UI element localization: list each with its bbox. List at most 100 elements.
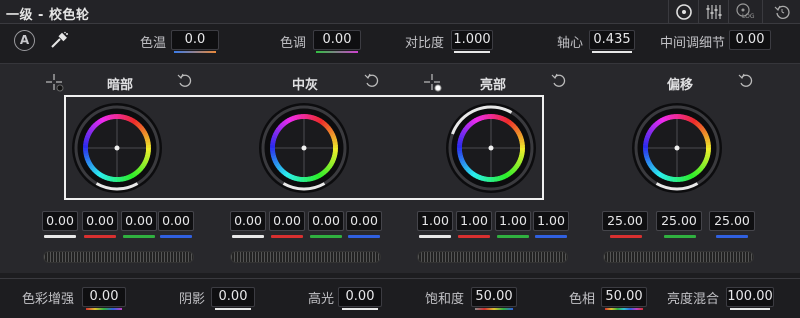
reset-shadows-icon[interactable] xyxy=(176,72,194,90)
highlights-label: 高光 xyxy=(308,292,335,307)
wheel-title-offset: 偏移 xyxy=(666,78,693,93)
highlights-jog-wheel[interactable] xyxy=(417,251,568,263)
reset-offset-icon[interactable] xyxy=(737,72,755,90)
highlights-picker-icon[interactable] xyxy=(422,72,442,92)
highlights-master-value[interactable]: 1.00 xyxy=(417,211,453,231)
midtones-jog-wheel[interactable] xyxy=(230,251,381,263)
saturation-value: 50.00 xyxy=(475,289,513,304)
log-mode-button[interactable]: LOG xyxy=(728,0,758,24)
shadows-blue-line xyxy=(160,235,192,238)
highlights-blue-value[interactable]: 1.00 xyxy=(533,211,569,231)
temperature-field[interactable]: 0.0 xyxy=(171,30,219,53)
shadows-wheel-puck[interactable] xyxy=(114,145,120,151)
lum-mix-field[interactable]: 100.00 xyxy=(726,287,774,310)
tint-field[interactable]: 0.00 xyxy=(313,30,361,53)
midtones-red-value[interactable]: 0.00 xyxy=(269,211,305,231)
offset-green-value[interactable]: 25.00 xyxy=(656,211,702,231)
shadows-field[interactable]: 0.00 xyxy=(211,287,255,310)
offset-wheel-puck[interactable] xyxy=(674,145,680,151)
shadows-picker-icon[interactable] xyxy=(44,72,64,92)
midtones-master-value[interactable]: 0.00 xyxy=(230,211,266,231)
panel-title: 一级 - 校色轮 xyxy=(6,8,90,23)
highlights-blue-line xyxy=(535,235,567,238)
saturation-label: 饱和度 xyxy=(425,292,465,307)
temperature-value: 0.0 xyxy=(184,32,206,47)
wheel-title-midtones: 中灰 xyxy=(291,78,318,93)
saturation-gradient xyxy=(475,308,513,310)
bottom-params-row: 色彩增强 0.00 阴影 0.00 高光 0.00 饱和度 50.00 色相 5… xyxy=(0,278,800,318)
tint-value: 0.00 xyxy=(322,32,352,47)
tint-label: 色调 xyxy=(280,36,307,51)
midtones-green-line xyxy=(310,235,342,238)
reset-all-icon xyxy=(774,5,790,19)
shadows-blue-value[interactable]: 0.00 xyxy=(158,211,194,231)
eyedropper-icon[interactable] xyxy=(48,31,70,51)
midtones-blue-value[interactable]: 0.00 xyxy=(346,211,382,231)
offset-hue-segment xyxy=(674,114,678,120)
offset-green-line xyxy=(664,235,696,238)
midtone-detail-label: 中间调细节 xyxy=(660,36,726,51)
contrast-line xyxy=(454,51,490,53)
shadows-green-value[interactable]: 0.00 xyxy=(121,211,157,231)
shadows-green-line xyxy=(123,235,155,238)
highlights-wheel-puck[interactable] xyxy=(488,145,494,151)
pivot-field[interactable]: 0.435 xyxy=(589,30,635,53)
lum-mix-value: 100.00 xyxy=(727,289,773,304)
highlights-red-value[interactable]: 1.00 xyxy=(456,211,492,231)
hue-label: 色相 xyxy=(569,292,596,307)
highlights-red-line xyxy=(458,235,490,238)
midtone-detail-field[interactable]: 0.00 xyxy=(729,30,771,50)
contrast-value: 1.000 xyxy=(453,32,491,47)
midtones-red-line xyxy=(271,235,303,238)
midtone-detail-value: 0.00 xyxy=(735,32,765,47)
color-boost-gradient xyxy=(86,308,122,310)
offset-red-value[interactable]: 25.00 xyxy=(602,211,648,231)
shadows-jog-wheel[interactable] xyxy=(43,251,194,263)
midtones-wheel-puck[interactable] xyxy=(301,145,307,151)
wheels-mode-icon xyxy=(675,4,692,20)
offset-jog-wheel[interactable] xyxy=(603,251,754,263)
saturation-field[interactable]: 50.00 xyxy=(471,287,517,310)
highlights-line xyxy=(342,308,378,310)
color-wheel-offset[interactable] xyxy=(631,102,723,194)
hue-gradient xyxy=(605,308,643,310)
tint-gradient xyxy=(316,51,358,53)
pivot-label: 轴心 xyxy=(557,36,584,51)
shadows-value: 0.00 xyxy=(218,289,248,304)
highlights-hue-segment xyxy=(488,114,492,120)
shadows-master-line xyxy=(44,235,76,238)
midtones-master-line xyxy=(232,235,264,238)
lum-mix-line xyxy=(730,308,770,310)
shadows-red-line xyxy=(84,235,116,238)
offset-blue-line xyxy=(716,235,748,238)
contrast-label: 对比度 xyxy=(405,36,445,51)
wheels-mode-button[interactable] xyxy=(668,0,698,24)
reset-all-button[interactable] xyxy=(762,0,800,24)
temperature-label: 色温 xyxy=(140,36,167,51)
shadows-line xyxy=(215,308,251,310)
wheel-title-shadows: 暗部 xyxy=(106,78,133,93)
bars-mode-icon xyxy=(706,5,721,19)
midtones-blue-line xyxy=(348,235,380,238)
wheel-title-highlights: 亮部 xyxy=(479,78,506,93)
reset-midtones-icon[interactable] xyxy=(363,72,381,90)
shadows-hue-segment xyxy=(114,114,118,120)
hue-field[interactable]: 50.00 xyxy=(601,287,647,310)
highlights-green-value[interactable]: 1.00 xyxy=(495,211,531,231)
top-params-row: A 色温 0.0 色调 0.00 对比度 1.000 轴心 0.435 中间调细… xyxy=(0,26,800,56)
color-wheel-highlights[interactable] xyxy=(445,102,537,194)
offset-blue-value[interactable]: 25.00 xyxy=(709,211,755,231)
shadows-red-value[interactable]: 0.00 xyxy=(82,211,118,231)
shadows-master-value[interactable]: 0.00 xyxy=(42,211,78,231)
color-wheel-shadows[interactable] xyxy=(71,102,163,194)
highlights-field[interactable]: 0.00 xyxy=(338,287,382,310)
bars-mode-button[interactable] xyxy=(698,0,728,24)
color-wheel-midtones[interactable] xyxy=(258,102,350,194)
color-boost-field[interactable]: 0.00 xyxy=(82,287,126,310)
reset-highlights-icon[interactable] xyxy=(550,72,568,90)
contrast-field[interactable]: 1.000 xyxy=(451,30,493,53)
midtones-green-value[interactable]: 0.00 xyxy=(308,211,344,231)
auto-balance-button[interactable]: A xyxy=(14,30,35,51)
pivot-value: 0.435 xyxy=(593,32,631,47)
hue-value: 50.00 xyxy=(605,289,643,304)
